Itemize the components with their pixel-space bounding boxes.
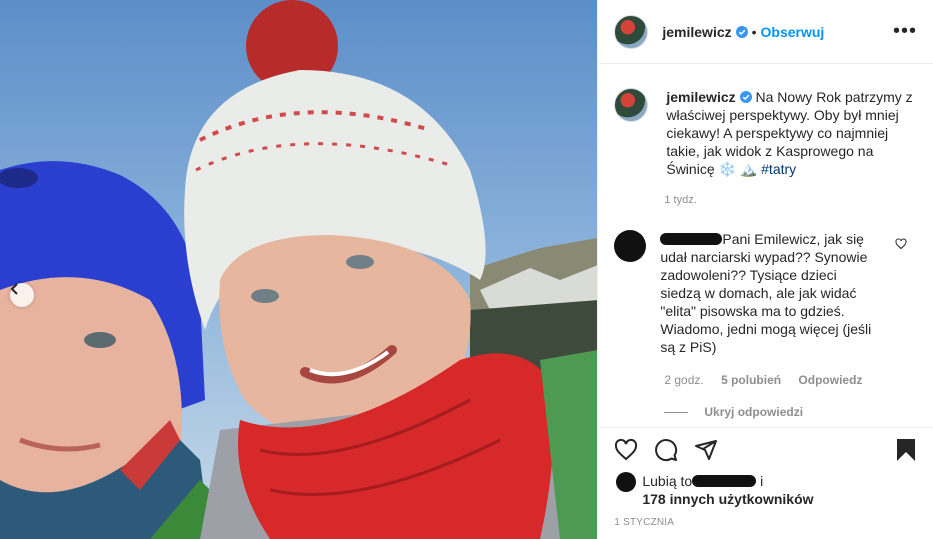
post-caption: jemilewicz Na Nowy Rok patrzymy z właści… <box>614 88 914 178</box>
likes-suffix: i <box>760 473 764 489</box>
reply-button[interactable]: Odpowiedz <box>798 373 862 387</box>
comment-timestamp[interactable]: 2 godz. <box>664 373 703 387</box>
author-username[interactable]: jemilewicz <box>662 24 731 40</box>
redacted-username <box>660 233 723 245</box>
post-header: jemilewicz • Obserwuj ••• <box>598 0 933 64</box>
caption-timestamp[interactable]: 1 tydz. <box>664 194 696 206</box>
comment-text-block: Pani Emilewicz, jak się udał narciarski … <box>660 230 880 356</box>
post-sidebar: jemilewicz • Obserwuj ••• jemilewicz Na … <box>597 0 933 539</box>
separator-dot: • <box>751 23 757 40</box>
caption-author-avatar[interactable] <box>614 88 649 122</box>
liker-avatar-redacted[interactable] <box>616 472 637 492</box>
comment-like-heart-icon[interactable] <box>895 238 907 250</box>
likes-prefix: Lubią to <box>642 473 693 489</box>
comment-meta: 2 godz. 5 polubień Odpowiedz <box>664 373 876 387</box>
comment-icon[interactable] <box>654 438 678 462</box>
redacted-liker-username <box>692 475 757 487</box>
heart-icon[interactable] <box>614 438 638 462</box>
post-actions-bar <box>598 427 933 472</box>
selfie-photo-illustration <box>0 0 598 539</box>
comment-likes-count[interactable]: 5 polubień <box>721 373 781 387</box>
bookmark-icon[interactable] <box>894 438 918 462</box>
post-date[interactable]: 1 STYCZNIA <box>614 517 674 528</box>
hide-replies-button[interactable]: Ukryj odpowiedzi <box>664 405 803 419</box>
comment: Pani Emilewicz, jak się udał narciarski … <box>614 230 914 356</box>
share-icon[interactable] <box>694 438 718 462</box>
verified-badge-icon <box>735 25 748 38</box>
instagram-post: jemilewicz • Obserwuj ••• jemilewicz Na … <box>0 0 933 539</box>
likes-line-1: Lubią to i <box>642 473 763 489</box>
follow-button[interactable]: Obserwuj <box>761 24 825 40</box>
chevron-left-icon <box>10 283 18 295</box>
hide-replies-label: Ukryj odpowiedzi <box>704 405 804 419</box>
likes-count-link[interactable]: 178 innych użytkowników <box>642 491 813 507</box>
verified-badge-icon <box>739 91 752 103</box>
comment-text: Pani Emilewicz, jak się udał narciarski … <box>660 231 872 355</box>
hashtag-link[interactable]: #tatry <box>761 161 796 177</box>
author-avatar[interactable] <box>614 14 649 49</box>
more-options-icon[interactable]: ••• <box>893 20 917 43</box>
caption-text-block: jemilewicz Na Nowy Rok patrzymy z właści… <box>666 88 914 178</box>
caption-username[interactable]: jemilewicz <box>666 89 735 105</box>
commenter-avatar-redacted[interactable] <box>614 230 647 262</box>
post-photo[interactable] <box>0 0 598 539</box>
carousel-previous-button[interactable] <box>10 283 34 307</box>
replies-divider-line <box>664 411 689 413</box>
